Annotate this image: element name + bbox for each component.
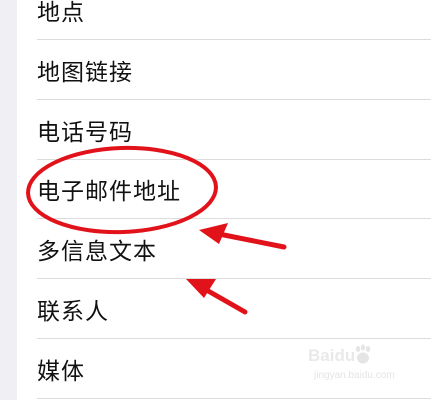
watermark-brand: Baidu <box>308 346 356 365</box>
list-item-label: 地点 <box>37 0 85 26</box>
list-item-label: 地图链接 <box>37 60 133 86</box>
list-item-contact[interactable]: 联系人 <box>17 279 431 339</box>
divider <box>37 398 431 399</box>
baidu-watermark: Baidu jingyan.baidu.com <box>308 344 408 388</box>
paw-icon <box>355 344 371 364</box>
list-item-rich-text[interactable]: 多信息文本 <box>17 219 431 279</box>
list-item-location[interactable]: 地点 <box>17 0 431 40</box>
settings-list: 地点 地图链接 电话号码 电子邮件地址 多信息文本 联系人 媒体 <box>17 0 431 400</box>
list-item-label: 电话号码 <box>37 120 133 146</box>
left-gutter <box>0 0 17 400</box>
list-item-map-link[interactable]: 地图链接 <box>17 40 431 100</box>
list-item-phone-number[interactable]: 电话号码 <box>17 100 431 160</box>
list-item-label: 多信息文本 <box>37 239 157 265</box>
list-item-label: 联系人 <box>37 299 109 325</box>
watermark-url: jingyan.baidu.com <box>314 370 395 381</box>
list-item-label: 媒体 <box>37 359 85 385</box>
list-item-email-address[interactable]: 电子邮件地址 <box>17 159 431 219</box>
list-item-label: 电子邮件地址 <box>37 179 181 205</box>
